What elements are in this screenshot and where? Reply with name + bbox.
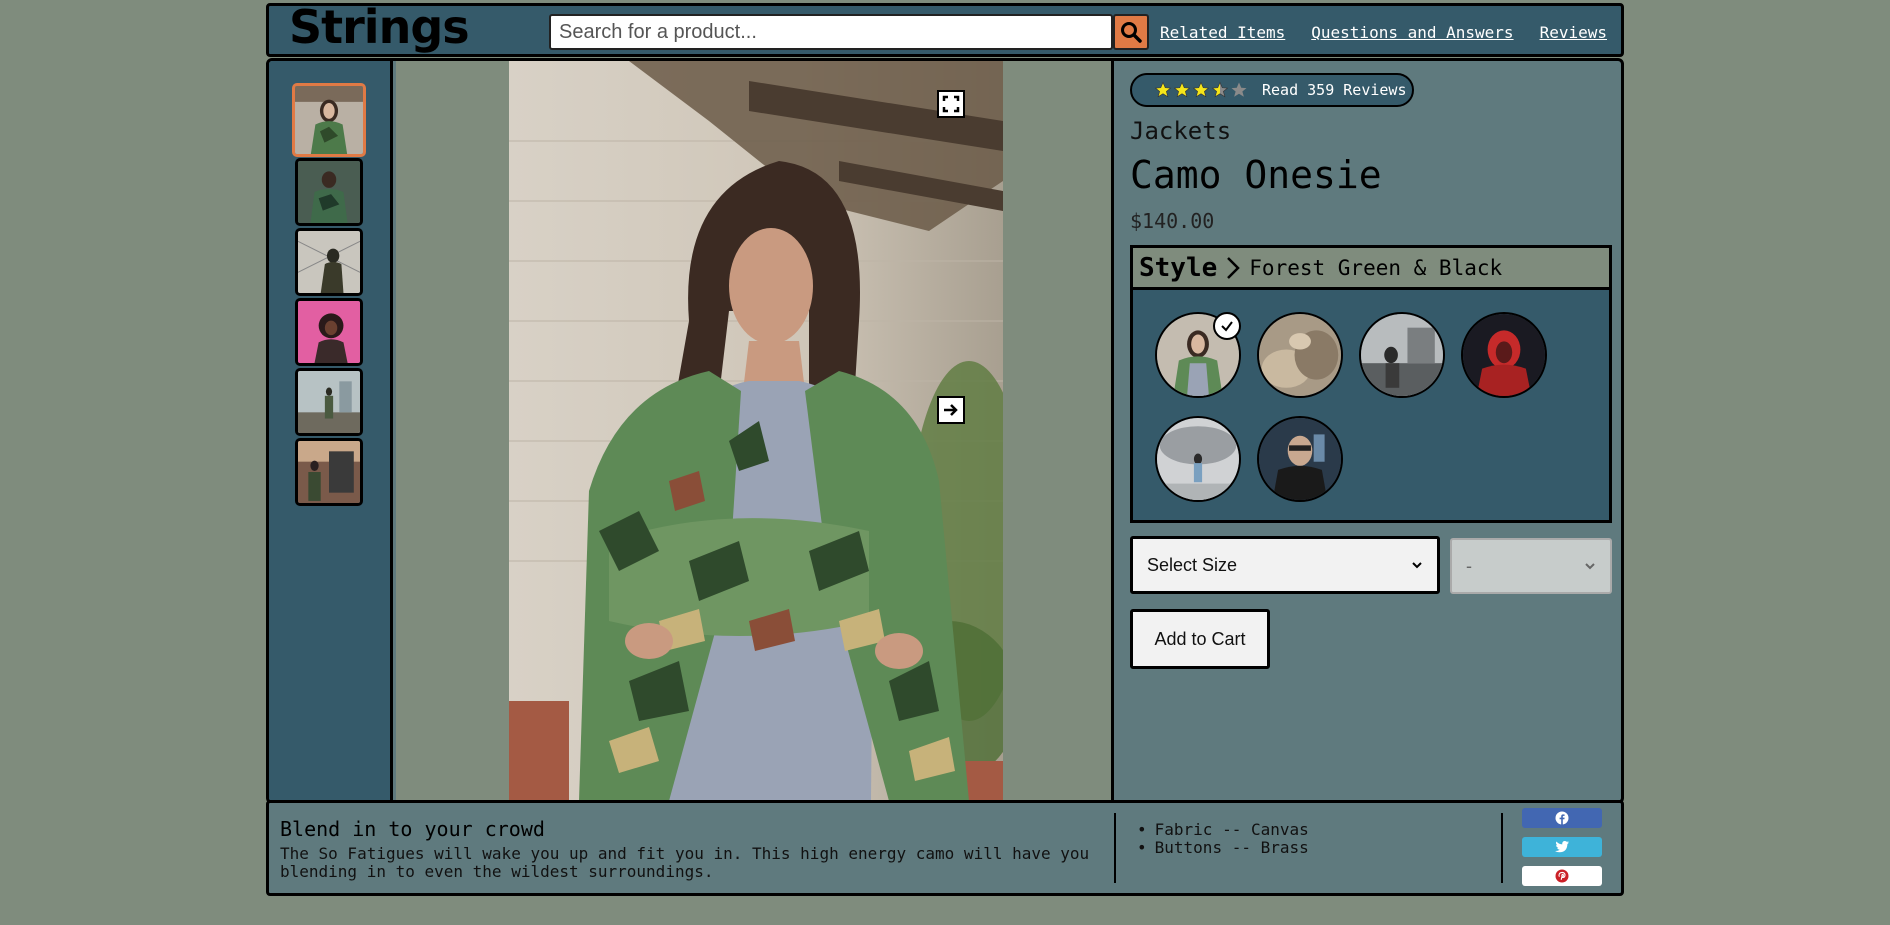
star-empty-icon — [1231, 82, 1247, 97]
next-image-button[interactable] — [937, 396, 965, 424]
search-button[interactable] — [1113, 14, 1149, 50]
read-reviews-link[interactable]: Read 359 Reviews — [1262, 81, 1407, 99]
add-to-cart-button[interactable]: Add to Cart — [1130, 609, 1270, 669]
search-icon — [1121, 22, 1142, 43]
style-swatch-image — [1463, 314, 1545, 396]
thumbnail-image — [298, 231, 360, 293]
product-price: $140.00 — [1130, 209, 1215, 233]
main-product-image[interactable] — [509, 61, 1003, 801]
description-line: blending in to even the wildest surround… — [280, 862, 714, 881]
style-header: Style Forest Green & Black — [1133, 248, 1609, 290]
divider — [1114, 813, 1116, 883]
site-logo[interactable]: Strings — [289, 0, 470, 54]
twitter-icon — [1555, 841, 1569, 853]
product-slogan: Blend in to your crowd — [280, 817, 545, 841]
chevron-down-icon — [1585, 563, 1595, 570]
thumbnail-image — [298, 371, 360, 433]
star-half-icon — [1211, 81, 1229, 98]
share-pinterest-button[interactable] — [1522, 866, 1602, 886]
fullscreen-icon — [942, 95, 960, 113]
product-photo — [509, 61, 1003, 801]
chevron-down-icon — [1412, 562, 1422, 569]
site-header: Strings Related Items Questions and Answ… — [266, 0, 1624, 57]
star-icon — [1173, 81, 1191, 98]
style-swatch-5[interactable] — [1155, 416, 1241, 502]
style-swatch-2[interactable] — [1257, 312, 1343, 398]
pinterest-icon — [1555, 869, 1569, 883]
arrow-right-icon — [944, 404, 958, 416]
thumbnail-rail — [269, 61, 393, 801]
nav-related-items[interactable]: Related Items — [1160, 23, 1285, 42]
thumbnail-4[interactable] — [295, 298, 363, 366]
thumbnail-3[interactable] — [295, 228, 363, 296]
style-swatch-4[interactable] — [1461, 312, 1547, 398]
product-description-section: Blend in to your crowd The So Fatigues w… — [266, 800, 1624, 896]
feature-list: Fabric -- Canvas Buttons -- Brass — [1137, 821, 1309, 857]
selected-style-name: Forest Green & Black — [1249, 255, 1503, 280]
product-overview: Read 359 Reviews Jackets Camo Onesie $14… — [266, 58, 1624, 804]
thumbnail-6[interactable] — [295, 438, 363, 506]
share-twitter-button[interactable] — [1522, 837, 1602, 857]
style-swatch-6[interactable] — [1257, 416, 1343, 502]
thumbnail-5[interactable] — [295, 368, 363, 436]
search-bar — [549, 14, 1149, 50]
quantity-select[interactable]: - — [1450, 538, 1612, 594]
expand-view-button[interactable] — [937, 90, 965, 118]
thumbnail-1[interactable] — [292, 83, 366, 157]
style-label: Style — [1139, 252, 1218, 283]
feature-item: Buttons -- Brass — [1137, 839, 1309, 857]
nav-questions-answers[interactable]: Questions and Answers — [1311, 23, 1513, 42]
product-category: Jackets — [1130, 117, 1232, 145]
feature-item: Fabric -- Canvas — [1137, 821, 1309, 839]
star-icon — [1154, 81, 1172, 98]
checkmark-icon — [1221, 321, 1233, 332]
size-select-value: Select Size — [1147, 554, 1238, 575]
size-select[interactable]: Select Size — [1130, 536, 1440, 594]
thumbnail-image — [295, 86, 363, 154]
divider — [1501, 813, 1503, 883]
nav-reviews[interactable]: Reviews — [1540, 23, 1607, 42]
style-selector: Style Forest Green & Black — [1130, 245, 1612, 523]
style-swatch-3[interactable] — [1359, 312, 1445, 398]
chevron-right-icon — [1227, 256, 1241, 279]
product-title: Camo Onesie — [1130, 153, 1382, 197]
style-swatch-image — [1259, 418, 1341, 500]
thumbnail-image — [298, 301, 360, 363]
thumbnail-2[interactable] — [295, 158, 363, 226]
thumbnail-image — [298, 441, 360, 503]
facebook-icon — [1555, 811, 1569, 825]
product-info: Read 359 Reviews Jackets Camo Onesie $14… — [1117, 61, 1621, 801]
search-input[interactable] — [549, 14, 1113, 50]
rating-summary[interactable]: Read 359 Reviews — [1130, 73, 1414, 107]
style-swatch-image — [1259, 314, 1341, 396]
star-icon — [1192, 81, 1210, 98]
style-swatch-image — [1361, 314, 1443, 396]
quantity-select-value: - — [1466, 555, 1472, 576]
thumbnail-image — [298, 161, 360, 223]
image-gallery — [396, 61, 1114, 801]
star-rating — [1154, 81, 1248, 99]
style-swatch-image — [1157, 418, 1239, 500]
share-facebook-button[interactable] — [1522, 808, 1602, 828]
description-line: The So Fatigues will wake you up and fit… — [280, 844, 1090, 863]
selected-check-badge — [1213, 312, 1241, 340]
product-description: The So Fatigues will wake you up and fit… — [280, 845, 1100, 881]
header-nav: Related Items Questions and Answers Revi… — [1160, 23, 1607, 42]
